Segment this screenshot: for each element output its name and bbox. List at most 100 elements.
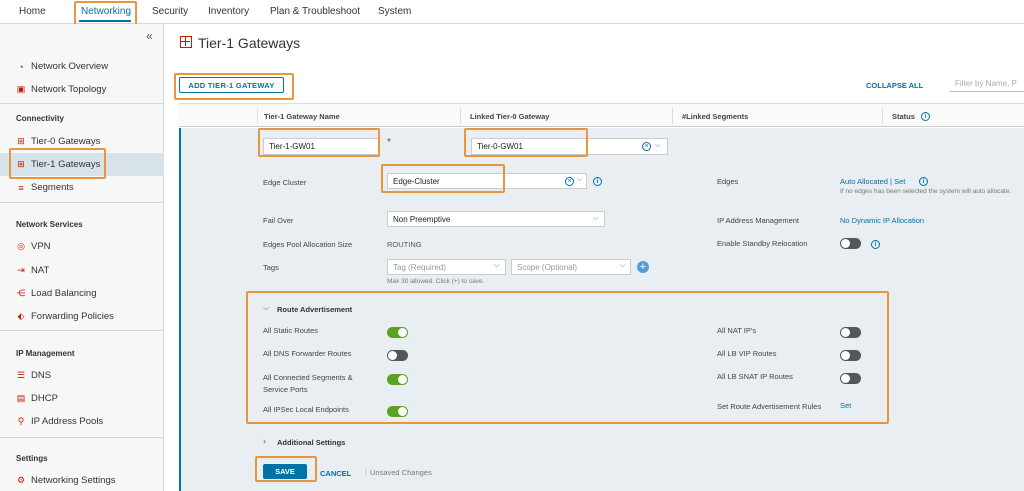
set-route-adv-rules-link[interactable]: Set (840, 401, 851, 410)
top-navigation: Home Networking Security Inventory Plan … (0, 0, 1024, 24)
sidebar-item-tier1-gateways[interactable]: ⊞ Tier-1 Gateways (16, 159, 100, 170)
filter-input[interactable]: Filter by Name, P (950, 76, 1024, 92)
scope-input[interactable]: Scope (Optional) (511, 259, 631, 275)
sidebar-section-network-services: Network Services (16, 220, 83, 229)
separator: | (365, 467, 367, 476)
route-adv-nat-toggle[interactable] (840, 327, 861, 338)
column-header-name[interactable]: Tier-1 Gateway Name (264, 112, 340, 121)
route-adv-ipsec-toggle[interactable] (387, 406, 408, 417)
sidebar-item-nat[interactable]: ⇥ NAT (16, 265, 49, 276)
dhcp-icon: ▤ (16, 393, 26, 403)
failover-select[interactable]: Non Preemptive (387, 211, 605, 227)
ip-pool-icon: ⚲ (17, 416, 25, 426)
sidebar-item-network-topology[interactable]: ▣ Network Topology (16, 84, 107, 95)
chevron-down-icon[interactable]: ⌵ (620, 262, 625, 270)
add-tag-plus-icon[interactable]: + (637, 261, 649, 273)
edges-auto-allocated-link[interactable]: Auto Allocated | Set (840, 177, 905, 186)
cancel-button[interactable]: CANCEL (320, 469, 351, 478)
tag-input[interactable]: Tag (Required) (387, 259, 506, 275)
sidebar-item-label: Networking Settings (31, 475, 116, 486)
forwarding-icon: ⬖ (17, 311, 25, 321)
route-adv-connected-segments-label: All Connected Segments & Service Ports (263, 373, 353, 394)
sidebar: « ◔ Network Overview ▣ Network Topology … (0, 24, 164, 491)
sidebar-divider (0, 330, 164, 331)
sidebar-item-tier0-gateways[interactable]: ⊞ Tier-0 Gateways (16, 136, 100, 147)
column-header-linked-segments[interactable]: #Linked Segments (682, 112, 748, 121)
sidebar-item-label: Forwarding Policies (31, 311, 114, 322)
tab-inventory[interactable]: Inventory (208, 6, 249, 17)
sidebar-divider (0, 202, 164, 203)
sidebar-item-load-balancing[interactable]: ⋲ Load Balancing (16, 288, 97, 299)
tab-home[interactable]: Home (19, 6, 46, 17)
chevron-down-icon[interactable]: ⌵ (263, 303, 269, 313)
sidebar-item-label: Load Balancing (31, 288, 97, 299)
ip-address-management-label: IP Address Management (717, 216, 799, 225)
sidebar-item-networking-settings[interactable]: ⚙ Networking Settings (16, 475, 116, 486)
sidebar-divider (0, 437, 164, 438)
column-header-status[interactable]: Status (892, 112, 915, 121)
route-adv-dns-forwarder-toggle[interactable] (387, 350, 408, 361)
sidebar-item-vpn[interactable]: ◎ VPN (16, 241, 50, 252)
column-header-linked-tier0[interactable]: Linked Tier-0 Gateway (470, 112, 549, 121)
linked-tier0-select[interactable]: Tier-0-GW01 (471, 138, 668, 155)
edges-pool-value: ROUTING (387, 240, 422, 249)
clear-icon[interactable]: × (565, 177, 574, 186)
sidebar-item-forwarding-policies[interactable]: ⬖ Forwarding Policies (16, 311, 114, 322)
column-divider (257, 108, 258, 124)
table-header: Tier-1 Gateway Name Linked Tier-0 Gatewa… (179, 103, 1024, 127)
sidebar-item-dns[interactable]: ☰ DNS (16, 370, 51, 381)
sidebar-item-label: DHCP (31, 393, 58, 404)
dashboard-icon: ◔ (18, 61, 24, 72)
column-divider (882, 108, 883, 124)
edge-cluster-select[interactable]: Edge-Cluster (387, 173, 587, 189)
tab-system[interactable]: System (378, 6, 411, 17)
sidebar-section-connectivity: Connectivity (16, 114, 65, 123)
route-adv-connected-segments-toggle[interactable] (387, 374, 408, 385)
double-chevron-left-icon[interactable]: « (146, 29, 153, 43)
sidebar-section-settings: Settings (16, 454, 48, 463)
route-adv-nat-label: All NAT IP's (717, 326, 757, 335)
sidebar-divider (0, 103, 164, 104)
tab-security[interactable]: Security (152, 6, 188, 17)
router-icon: ⊞ (17, 136, 25, 146)
tab-networking[interactable]: Networking (81, 6, 131, 17)
sidebar-item-label: DNS (31, 370, 52, 381)
gateway-icon (180, 36, 192, 48)
chevron-down-icon[interactable]: ⌵ (593, 215, 598, 223)
nat-icon: ⇥ (17, 265, 25, 275)
route-advertisement-header[interactable]: Route Advertisement (277, 305, 352, 314)
info-icon[interactable]: i (921, 112, 930, 121)
collapse-all-link[interactable]: COLLAPSE ALL (866, 81, 923, 90)
standby-relocation-label: Enable Standby Relocation (717, 239, 808, 248)
sidebar-item-dhcp[interactable]: ▤ DHCP (16, 393, 58, 404)
info-icon[interactable]: i (871, 240, 880, 249)
save-button[interactable]: SAVE (263, 464, 307, 479)
chevron-down-icon[interactable]: ⌵ (577, 176, 582, 184)
column-divider (672, 108, 673, 124)
info-icon[interactable]: i (593, 177, 602, 186)
chevron-right-icon[interactable]: › (263, 436, 266, 446)
route-adv-lb-snat-label: All LB SNAT IP Routes (717, 372, 793, 381)
chevron-down-icon[interactable]: ⌵ (494, 262, 499, 270)
route-adv-lb-snat-toggle[interactable] (840, 373, 861, 384)
standby-relocation-toggle[interactable] (840, 238, 861, 249)
ip-address-management-link[interactable]: No Dynamic IP Allocation (840, 216, 924, 225)
route-adv-static-routes-toggle[interactable] (387, 327, 408, 338)
add-tier1-gateway-button[interactable]: ADD TIER-1 GATEWAY (179, 77, 284, 93)
clear-icon[interactable]: × (642, 142, 651, 151)
route-adv-dns-forwarder-label: All DNS Forwarder Routes (263, 349, 352, 358)
gateway-name-input[interactable]: Tier-1-GW01 (263, 138, 380, 155)
sidebar-section-ip-management: IP Management (16, 349, 75, 358)
additional-settings-header[interactable]: Additional Settings (277, 438, 345, 447)
sidebar-item-network-overview[interactable]: ◔ Network Overview (16, 61, 108, 72)
column-divider (460, 108, 461, 124)
sidebar-item-label: Tier-0 Gateways (31, 136, 101, 147)
chevron-down-icon[interactable]: ⌵ (655, 142, 660, 150)
route-adv-lb-vip-toggle[interactable] (840, 350, 861, 361)
sidebar-item-segments[interactable]: ≡ Segments (16, 182, 73, 193)
sidebar-item-ip-address-pools[interactable]: ⚲ IP Address Pools (16, 416, 103, 427)
edge-cluster-label: Edge Cluster (263, 178, 307, 187)
tab-plan-troubleshoot[interactable]: Plan & Troubleshoot (270, 6, 360, 17)
info-icon[interactable]: i (919, 177, 928, 186)
tags-label: Tags (263, 263, 279, 272)
